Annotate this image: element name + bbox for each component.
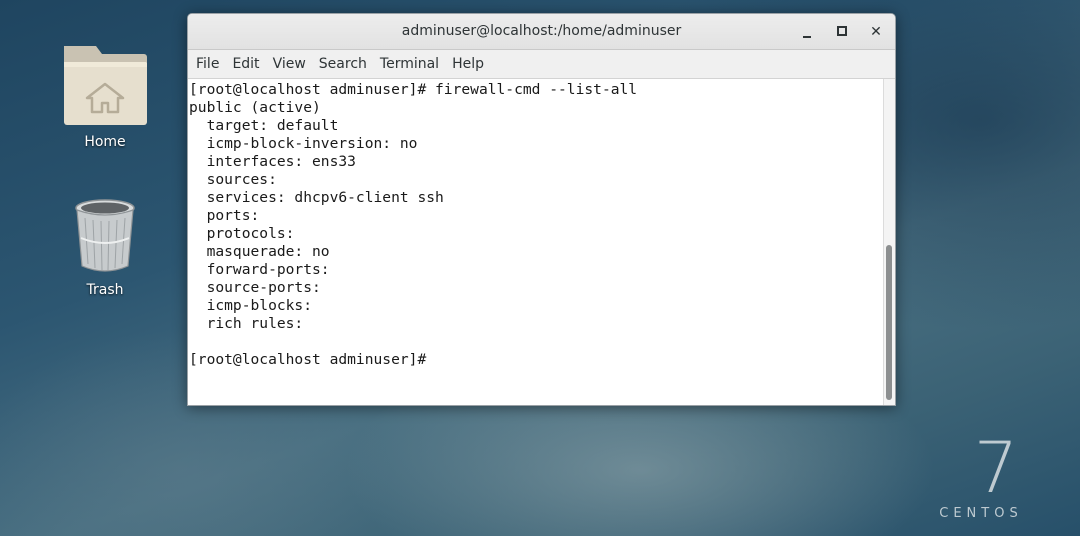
terminal-output[interactable]: [root@localhost adminuser]# firewall-cmd… xyxy=(188,79,895,405)
minimize-icon xyxy=(803,36,811,38)
terminal-line: ports: xyxy=(189,207,269,224)
terminal-line: rich rules: xyxy=(189,315,313,332)
menu-help[interactable]: Help xyxy=(446,56,490,72)
window-titlebar[interactable]: adminuser@localhost:/home/adminuser ✕ xyxy=(188,14,895,50)
terminal-line: source-ports: xyxy=(189,279,330,296)
terminal-line: icmp-blocks: xyxy=(189,297,321,314)
close-button[interactable]: ✕ xyxy=(865,21,887,43)
desktop-icon-home[interactable]: Home xyxy=(50,42,160,150)
terminal-line: masquerade: no xyxy=(189,243,330,260)
terminal-line: services: dhcpv6-client ssh xyxy=(189,189,444,206)
centos-logo-word: CENTOS xyxy=(939,506,1023,521)
desktop-icon-label: Home xyxy=(84,134,126,150)
terminal-line: forward-ports: xyxy=(189,261,339,278)
terminal-scrollbar[interactable] xyxy=(883,79,895,405)
terminal-line: interfaces: ens33 xyxy=(189,153,356,170)
close-icon: ✕ xyxy=(870,24,882,40)
maximize-button[interactable] xyxy=(831,21,853,43)
terminal-line: sources: xyxy=(189,171,286,188)
terminal-window[interactable]: adminuser@localhost:/home/adminuser ✕ Fi… xyxy=(187,13,896,406)
desktop-icon-label: Trash xyxy=(86,282,124,298)
desktop-icon-trash[interactable]: Trash xyxy=(50,198,160,298)
menu-edit[interactable]: Edit xyxy=(226,56,265,72)
terminal-line: public (active) xyxy=(189,99,321,116)
scrollbar-thumb[interactable] xyxy=(886,245,892,400)
maximize-icon xyxy=(837,26,847,36)
centos-logo: 7 CENTOS xyxy=(926,432,1036,521)
terminal-line: [root@localhost adminuser]# firewall-cmd… xyxy=(189,81,638,98)
trash-icon xyxy=(50,198,160,278)
menu-bar: File Edit View Search Terminal Help xyxy=(188,50,895,79)
home-folder-icon xyxy=(50,42,160,130)
menu-search[interactable]: Search xyxy=(313,56,373,72)
terminal-line: protocols: xyxy=(189,225,304,242)
terminal-line: icmp-block-inversion: no xyxy=(189,135,418,152)
terminal-prompt-line: [root@localhost adminuser]# xyxy=(189,351,436,368)
menu-view[interactable]: View xyxy=(267,56,312,72)
centos-logo-number: 7 xyxy=(973,427,1019,509)
terminal-line: target: default xyxy=(189,117,339,134)
menu-file[interactable]: File xyxy=(190,56,225,72)
minimize-button[interactable] xyxy=(796,21,818,43)
menu-terminal[interactable]: Terminal xyxy=(374,56,445,72)
window-title: adminuser@localhost:/home/adminuser xyxy=(401,23,682,39)
